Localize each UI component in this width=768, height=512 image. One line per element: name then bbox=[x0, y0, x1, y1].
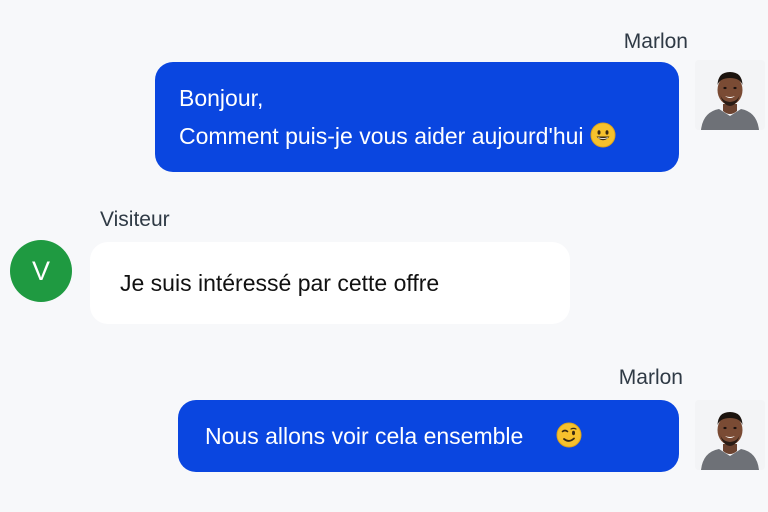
message-bubble-incoming: Je suis intéressé par cette offre bbox=[90, 242, 570, 324]
avatar-initial: V bbox=[31, 255, 50, 286]
user-photo-icon bbox=[695, 60, 765, 130]
message-text: Je suis intéressé par cette offre bbox=[120, 270, 440, 296]
chat-conversation: Marlon Bonjour, Comment puis-je vous aid… bbox=[0, 0, 768, 512]
message-line: Bonjour, bbox=[179, 85, 264, 111]
avatar bbox=[695, 400, 765, 470]
winking-face-emoji bbox=[556, 422, 582, 448]
sender-name: Marlon bbox=[618, 366, 683, 389]
visitor-avatar: V bbox=[10, 240, 72, 302]
message-bubble-outgoing: Bonjour, Comment puis-je vous aider aujo… bbox=[155, 62, 679, 172]
avatar bbox=[695, 60, 765, 130]
message-line: Comment puis-je vous aider aujourd'hui bbox=[179, 123, 584, 149]
sender-name: Visiteur bbox=[100, 208, 170, 231]
message-line-with-emoji: Comment puis-je vous aider aujourd'hui bbox=[179, 117, 679, 155]
message-text: Nous allons voir cela ensemble bbox=[205, 423, 524, 449]
smiling-face-emoji bbox=[590, 122, 616, 148]
sender-name: Marlon bbox=[623, 30, 688, 53]
message-bubble-outgoing: Nous allons voir cela ensemble bbox=[178, 400, 679, 472]
user-photo-icon bbox=[695, 400, 765, 470]
